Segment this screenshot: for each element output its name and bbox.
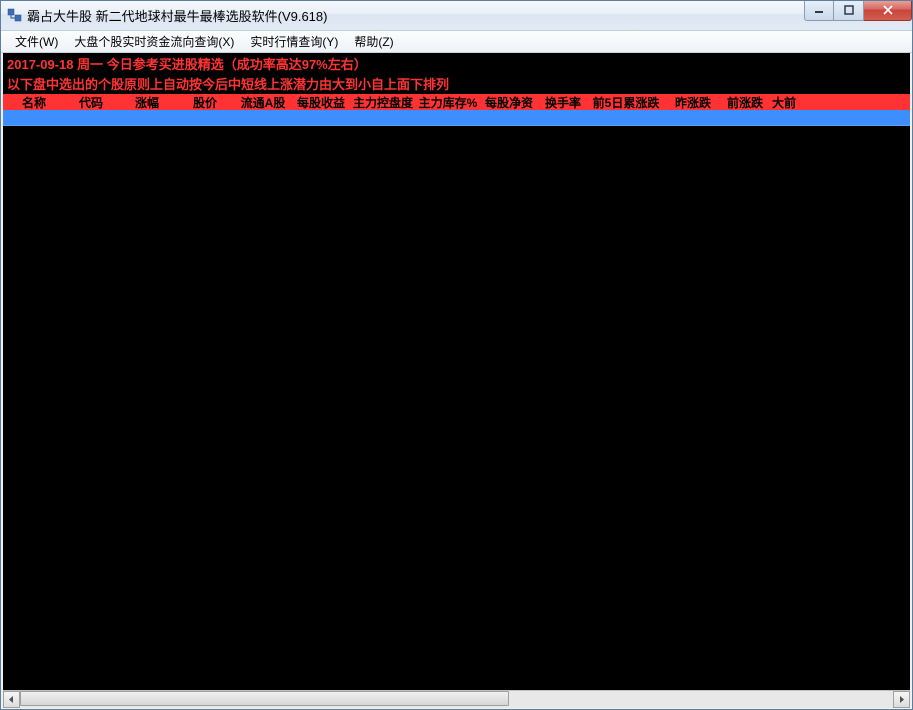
col-yesterday-change[interactable]: 昨涨跌 [665,94,721,110]
col-5day-change[interactable]: 前5日累涨跌 [587,94,665,110]
col-eps[interactable]: 每股收益 [293,94,349,110]
col-net-assets[interactable]: 每股净资 [479,94,539,110]
menubar: 文件(W) 大盘个股实时资金流向查询(X) 实时行情查询(Y) 帮助(Z) [1,31,912,53]
menu-file[interactable]: 文件(W) [7,31,66,52]
app-icon [7,8,23,24]
table-selection-row[interactable] [3,110,910,126]
col-name[interactable]: 名称 [3,94,65,110]
scroll-right-button[interactable] [893,691,910,708]
content-area: 2017-09-18 周一 今日参考买进股精选（成功率高达97%左右） 以下盘中… [1,53,912,690]
menu-help[interactable]: 帮助(Z) [346,31,401,52]
table-header: 名称 代码 涨幅 股价 流通A股 每股收益 主力控盘度 主力库存% 每股净资 换… [3,94,910,110]
main-window: 霸占大牛股 新二代地球村最牛最棒选股软件(V9.618) 文件(W) 大盘个股实… [0,0,913,710]
col-change-pct[interactable]: 涨幅 [117,94,177,110]
scrollbar-track[interactable] [20,691,893,708]
col-main-control[interactable]: 主力控盘度 [349,94,417,110]
scroll-left-button[interactable] [3,691,20,708]
scrollbar-thumb[interactable] [20,691,509,706]
col-turnover[interactable]: 换手率 [539,94,587,110]
close-button[interactable] [864,1,912,21]
maximize-button[interactable] [834,1,864,21]
info-line-2: 以下盘中选出的个股原则上自动按今后中短线上涨潜力由大到小自上面下排列 [3,74,910,94]
horizontal-scrollbar[interactable] [3,690,910,707]
titlebar[interactable]: 霸占大牛股 新二代地球村最牛最棒选股软件(V9.618) [1,1,912,31]
menu-realtime-query[interactable]: 实时行情查询(Y) [242,31,346,52]
menu-market-query[interactable]: 大盘个股实时资金流向查询(X) [66,31,242,52]
info-line-1: 2017-09-18 周一 今日参考买进股精选（成功率高达97%左右） [3,53,910,74]
col-float-shares[interactable]: 流通A股 [233,94,293,110]
col-prev-change[interactable]: 前涨跌 [721,94,769,110]
col-code[interactable]: 代码 [65,94,117,110]
window-title: 霸占大牛股 新二代地球村最牛最棒选股软件(V9.618) [27,6,804,25]
col-main-inventory[interactable]: 主力库存% [417,94,479,110]
col-prev2-change[interactable]: 大前 [769,94,799,110]
minimize-button[interactable] [804,1,834,21]
col-price[interactable]: 股价 [177,94,233,110]
window-controls [804,1,912,21]
